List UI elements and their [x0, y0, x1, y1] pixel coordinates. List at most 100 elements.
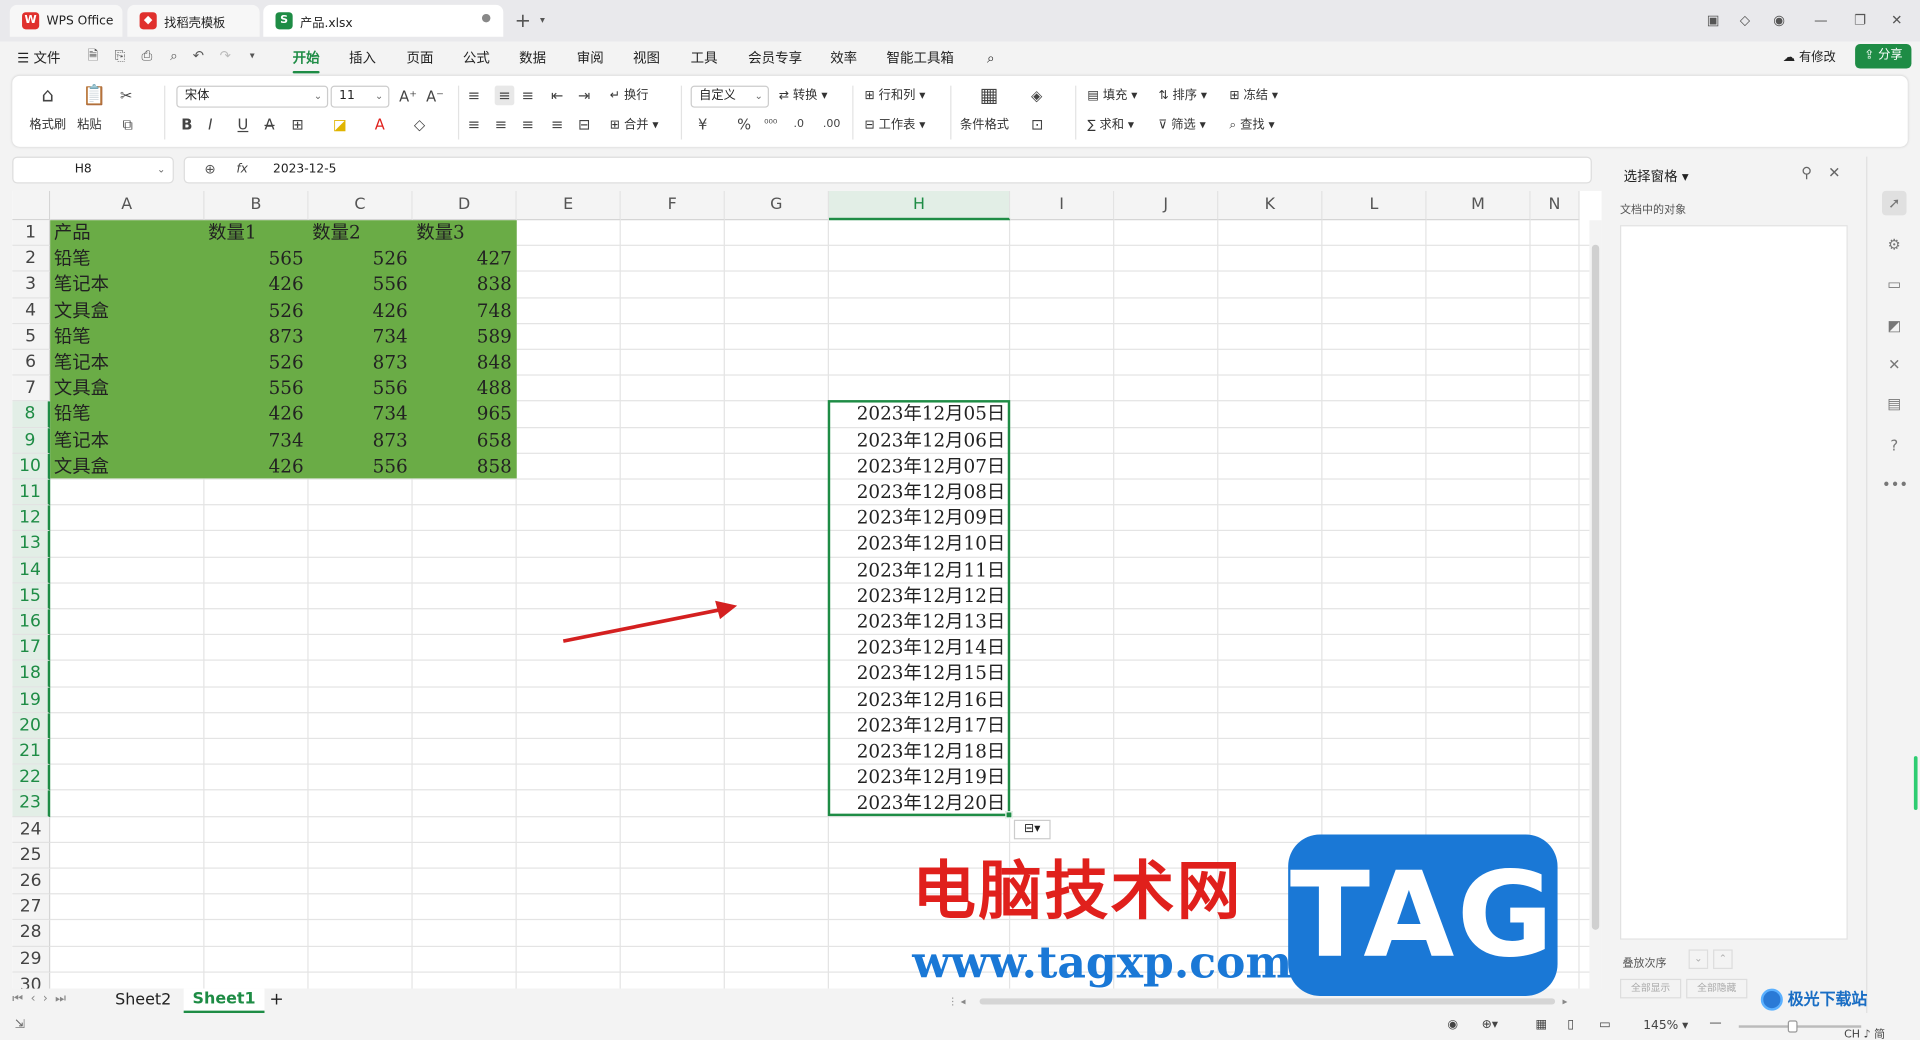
objects-list[interactable] — [1620, 225, 1848, 940]
quantity-cell[interactable]: 858 — [413, 454, 512, 480]
eye-icon[interactable]: ◉ — [1447, 1018, 1458, 1031]
zoom-out-icon[interactable]: — — [1709, 1017, 1721, 1030]
column-header-n[interactable]: N — [1530, 190, 1580, 221]
name-box[interactable]: H8 ⌄ — [12, 156, 174, 184]
row-header-15[interactable]: 15 — [12, 583, 51, 610]
product-cell[interactable]: 笔记本 — [54, 350, 109, 376]
adjust-icon[interactable]: ⚙ — [1882, 232, 1906, 256]
tab-template[interactable]: ◆ 找稻壳模板 — [127, 4, 260, 37]
column-header-k[interactable]: K — [1218, 190, 1323, 221]
quantity-cell[interactable]: 426 — [309, 298, 408, 324]
row-header-8[interactable]: 8 — [12, 401, 51, 428]
sort-button[interactable]: ⇅ 排序 ▾ — [1158, 88, 1207, 105]
paste-label[interactable]: 粘贴 — [77, 117, 101, 134]
row-header-14[interactable]: 14 — [12, 557, 51, 584]
move-down-icon[interactable]: ⌄ — [1688, 949, 1709, 970]
row-header-18[interactable]: 18 — [12, 661, 51, 688]
redo-icon[interactable]: ↷ — [216, 46, 236, 66]
quantity-cell[interactable]: 488 — [413, 376, 512, 402]
row-header-2[interactable]: 2 — [12, 246, 51, 273]
close-window-icon[interactable]: ✕ — [1886, 10, 1908, 32]
column-header-f[interactable]: F — [620, 190, 725, 221]
worksheet-button[interactable]: ⊟ 工作表 ▾ — [864, 117, 925, 134]
zoom-slider-thumb[interactable] — [1787, 1020, 1798, 1033]
quantity-cell[interactable]: 526 — [204, 298, 304, 324]
menu-review[interactable]: 审阅 — [577, 48, 604, 70]
paste-icon[interactable]: 📋 — [81, 85, 108, 106]
menu-view[interactable]: 视图 — [633, 48, 660, 70]
product-cell[interactable]: 文具盒 — [54, 376, 109, 402]
column-header-g[interactable]: G — [724, 190, 829, 221]
zoom-slider[interactable] — [1738, 1020, 1862, 1033]
align-center-icon[interactable]: ≡ — [495, 115, 507, 135]
column-header-j[interactable]: J — [1114, 190, 1219, 221]
merge-button[interactable]: ⊞ 合并 ▾ — [610, 117, 659, 134]
quantity-cell[interactable]: 965 — [413, 402, 512, 428]
tab-product-xlsx[interactable]: S 产品.xlsx ● — [263, 4, 504, 37]
scroll-thumb[interactable] — [1591, 244, 1600, 930]
table-header-cell[interactable]: 数量3 — [416, 220, 464, 246]
comment-icon[interactable]: ▭ — [1882, 272, 1906, 296]
sum-button[interactable]: ∑ 求和 ▾ — [1087, 117, 1134, 134]
align-left-icon[interactable]: ≡ — [468, 115, 480, 135]
restore-icon[interactable]: ❐ — [1849, 10, 1871, 32]
book-icon[interactable]: ▤ — [1882, 392, 1906, 416]
show-all-button[interactable]: 全部显示 — [1620, 978, 1682, 999]
row-header-11[interactable]: 11 — [12, 479, 51, 506]
close-pane-icon[interactable]: ✕ — [1828, 164, 1840, 181]
scroll-left-icon[interactable]: ⋮ ◂ — [948, 996, 966, 1007]
align-top-icon[interactable]: ≡ — [468, 86, 480, 106]
fill-handle[interactable] — [1005, 811, 1013, 819]
column-header-l[interactable]: L — [1322, 190, 1427, 221]
more-chevron-icon[interactable]: ▾ — [242, 46, 262, 66]
quantity-cell[interactable]: 426 — [204, 272, 304, 298]
row-header-19[interactable]: 19 — [12, 687, 51, 714]
column-header-h[interactable]: H — [828, 190, 1011, 221]
quantity-cell[interactable]: 556 — [309, 454, 408, 480]
row-header-24[interactable]: 24 — [12, 816, 51, 843]
row-header-7[interactable]: 7 — [12, 375, 51, 402]
wrap-button[interactable]: ↵ 换行 — [610, 88, 649, 105]
menu-home[interactable]: 开始 — [292, 48, 320, 74]
undo-icon[interactable]: ↶ — [189, 46, 209, 66]
row-header-12[interactable]: 12 — [12, 505, 51, 532]
page-layout-icon[interactable]: ▯ — [1567, 1018, 1574, 1031]
convert-button[interactable]: ⇄ 转换 ▾ — [779, 88, 828, 105]
clear-format-icon[interactable]: ◇ — [414, 115, 425, 135]
page-break-icon[interactable]: ▭ — [1599, 1018, 1611, 1031]
copy-icon[interactable]: ⧉ — [122, 115, 133, 135]
share-button[interactable]: ⇪ 分享 — [1855, 44, 1912, 69]
sheet-tab-sheet2[interactable]: Sheet2 — [115, 991, 171, 1009]
quantity-cell[interactable]: 426 — [204, 402, 304, 428]
zoom-level[interactable]: 145% ▾ — [1643, 1019, 1688, 1032]
decrease-decimal-icon[interactable]: .00 — [823, 115, 841, 135]
pin-icon[interactable]: ⚲ — [1801, 164, 1812, 181]
photo-icon[interactable]: ◩ — [1882, 313, 1906, 337]
cell-style-icon[interactable]: ◈ — [1031, 86, 1042, 106]
conditional-format-icon[interactable]: ▦ — [980, 85, 999, 106]
row-header-3[interactable]: 3 — [12, 272, 51, 299]
box-icon[interactable]: ◇ — [1734, 10, 1756, 32]
formula-input[interactable]: ⊕ fx 2023-12-5 — [183, 156, 1592, 184]
quantity-cell[interactable]: 873 — [309, 428, 408, 454]
column-header-c[interactable]: C — [308, 190, 413, 221]
row-header-13[interactable]: 13 — [12, 531, 51, 558]
menu-member[interactable]: 会员专享 — [748, 48, 802, 70]
table-header-cell[interactable]: 数量2 — [312, 220, 360, 246]
paste-options-icon[interactable]: ⊟▾ — [1013, 819, 1051, 840]
column-header-i[interactable]: I — [1010, 190, 1115, 221]
quantity-cell[interactable]: 556 — [309, 376, 408, 402]
layout-icon[interactable]: ▣ — [1702, 10, 1724, 32]
save-icon[interactable]: 🗎 — [83, 46, 103, 66]
quantity-cell[interactable]: 556 — [309, 272, 408, 298]
align-middle-icon[interactable]: ≡ — [494, 85, 515, 106]
tab-wps-office[interactable]: W WPS Office — [9, 4, 123, 37]
product-cell[interactable]: 铅笔 — [54, 402, 91, 428]
normal-view-icon[interactable]: ▦ — [1536, 1018, 1548, 1031]
quantity-cell[interactable]: 526 — [309, 246, 408, 272]
indent-decrease-icon[interactable]: ⇤ — [551, 86, 563, 106]
row-header-29[interactable]: 29 — [12, 946, 51, 973]
font-name-select[interactable]: 宋体 ⌄ — [176, 85, 329, 108]
selection-range[interactable] — [827, 400, 1011, 817]
column-header-e[interactable]: E — [516, 190, 621, 221]
